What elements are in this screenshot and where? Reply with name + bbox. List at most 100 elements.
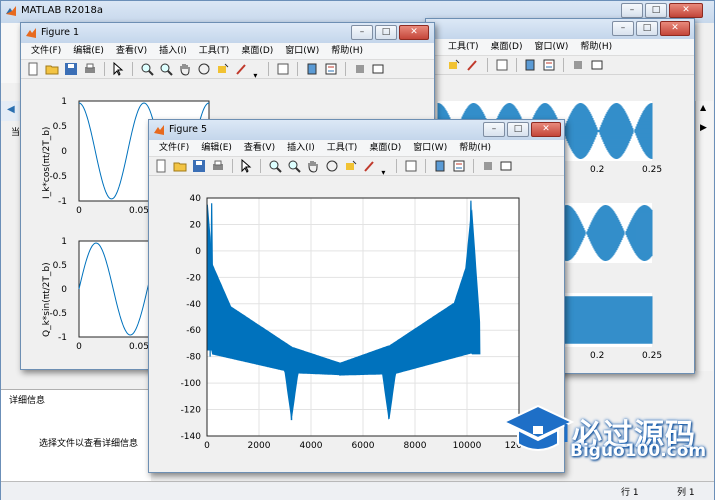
close-button[interactable]: ✕ [399, 25, 429, 40]
data-cursor-icon[interactable] [447, 58, 461, 72]
zoom-out-icon[interactable] [159, 62, 173, 76]
brush-icon[interactable] [235, 62, 249, 76]
back-figure-titlebar[interactable]: – □ ✕ [426, 19, 694, 39]
hide-tools-icon[interactable] [481, 159, 495, 173]
brush-icon[interactable] [466, 58, 480, 72]
rotate-3d-icon[interactable] [197, 62, 211, 76]
close-button[interactable]: ✕ [669, 3, 703, 18]
menu-desktop[interactable]: 桌面(D) [363, 140, 407, 156]
figure-5-titlebar[interactable]: Figure 5 – □ ✕ [149, 120, 564, 140]
back-xtick-0.25-a: 0.25 [642, 165, 662, 175]
rotate-3d-icon[interactable] [325, 159, 339, 173]
menu-help[interactable]: 帮助(H) [453, 140, 497, 156]
show-tools-icon[interactable] [371, 62, 385, 76]
save-icon[interactable] [192, 159, 206, 173]
maximize-button[interactable]: □ [645, 3, 667, 18]
figure-5-menubar: 文件(F) 编辑(E) 查看(V) 插入(I) 工具(T) 桌面(D) 窗口(W… [149, 140, 564, 157]
back-arrow-icon[interactable]: ◀ [7, 104, 15, 115]
address-bar-fragment: ◀ [1, 101, 21, 121]
new-figure-icon[interactable] [154, 159, 168, 173]
figure-1-titlebar[interactable]: Figure 1 – □ ✕ [21, 23, 434, 43]
toolbar-separator [297, 62, 298, 76]
legend-icon[interactable] [324, 62, 338, 76]
link-plot-icon[interactable] [404, 159, 418, 173]
ytick-label: -60 [186, 326, 201, 336]
menu-tools[interactable]: 工具(T) [442, 39, 485, 55]
menu-tools[interactable]: 工具(T) [321, 140, 364, 156]
ytick-bottom-0.5: 0.5 [53, 261, 67, 271]
zoom-in-icon[interactable] [268, 159, 282, 173]
right-scrollbar[interactable]: ▲ ▶ [695, 101, 713, 371]
figure-5-toolbar: ▾ [149, 157, 564, 177]
back-xtick-0.2-a: 0.2 [590, 165, 604, 175]
scroll-right-icon[interactable]: ▶ [700, 123, 707, 133]
maximize-button[interactable]: □ [636, 21, 658, 36]
minimize-button[interactable]: – [612, 21, 634, 36]
minimize-button[interactable]: – [351, 25, 373, 40]
menu-file[interactable]: 文件(F) [153, 140, 195, 156]
x-ticks: 0 2000 4000 6000 8000 10000 12000 [204, 441, 533, 451]
menu-edit[interactable]: 编辑(E) [195, 140, 238, 156]
pan-hand-icon[interactable] [178, 62, 192, 76]
toolbar-separator [563, 58, 565, 72]
scroll-up-icon[interactable]: ▲ [700, 103, 706, 112]
select-arrow-icon[interactable] [111, 62, 125, 76]
menu-insert[interactable]: 插入(I) [281, 140, 321, 156]
legend-icon[interactable] [542, 58, 556, 72]
back-xtick-0.2-b: 0.2 [590, 351, 604, 361]
print-icon[interactable] [83, 62, 97, 76]
zoom-in-icon[interactable] [140, 62, 154, 76]
colorbar-icon[interactable] [433, 159, 447, 173]
ytick-top-0.5: 0.5 [53, 122, 67, 132]
data-cursor-icon[interactable] [216, 62, 230, 76]
menu-window[interactable]: 窗口(W) [279, 43, 325, 59]
menu-help[interactable]: 帮助(H) [574, 39, 618, 55]
zoom-out-icon[interactable] [287, 159, 301, 173]
toolbar-separator [132, 62, 134, 76]
toolbar-separator [472, 159, 474, 173]
menu-help[interactable]: 帮助(H) [325, 43, 369, 59]
select-arrow-icon[interactable] [239, 159, 253, 173]
hide-tools-icon[interactable] [571, 58, 585, 72]
maximize-button[interactable]: □ [375, 25, 397, 40]
data-cursor-icon[interactable] [344, 159, 358, 173]
y-ticks: 40 20 0 -20 -40 -60 -80 -100 -120 -140 [181, 194, 202, 442]
legend-icon[interactable] [452, 159, 466, 173]
menu-view[interactable]: 查看(V) [110, 43, 153, 59]
hide-tools-icon[interactable] [353, 62, 367, 76]
menu-window[interactable]: 窗口(W) [407, 140, 453, 156]
ytick-top-1: 1 [61, 97, 67, 107]
print-icon[interactable] [211, 159, 225, 173]
menu-desktop[interactable]: 桌面(D) [235, 43, 279, 59]
colorbar-icon[interactable] [305, 62, 319, 76]
matlab-window-controls: – □ ✕ [621, 3, 703, 18]
menu-tools[interactable]: 工具(T) [193, 43, 236, 59]
save-icon[interactable] [64, 62, 78, 76]
watermark-url: Biguo100.com [570, 441, 707, 461]
toolbar-separator [231, 159, 233, 173]
minimize-button[interactable]: – [483, 122, 505, 137]
menu-window[interactable]: 窗口(W) [528, 39, 574, 55]
menu-edit[interactable]: 编辑(E) [67, 43, 110, 59]
new-figure-icon[interactable] [26, 62, 40, 76]
xtick-label: 10000 [453, 441, 482, 451]
close-button[interactable]: ✕ [531, 122, 561, 137]
open-file-icon[interactable] [173, 159, 187, 173]
brush-icon[interactable] [363, 159, 377, 173]
pan-hand-icon[interactable] [306, 159, 320, 173]
menu-desktop[interactable]: 桌面(D) [485, 39, 529, 55]
open-file-icon[interactable] [45, 62, 59, 76]
link-plot-icon[interactable] [276, 62, 290, 76]
menu-file[interactable]: 文件(F) [25, 43, 67, 59]
colorbar-icon[interactable] [523, 58, 537, 72]
maximize-button[interactable]: □ [507, 122, 529, 137]
minimize-button[interactable]: – [621, 3, 643, 18]
menu-view[interactable]: 查看(V) [238, 140, 281, 156]
current-folder-label: 当 [11, 128, 21, 138]
close-button[interactable]: ✕ [660, 21, 690, 36]
show-tools-icon[interactable] [499, 159, 513, 173]
ytick-bottom--1: -1 [58, 333, 67, 343]
link-plot-icon[interactable] [495, 58, 509, 72]
show-tools-icon[interactable] [590, 58, 604, 72]
menu-insert[interactable]: 插入(I) [153, 43, 193, 59]
